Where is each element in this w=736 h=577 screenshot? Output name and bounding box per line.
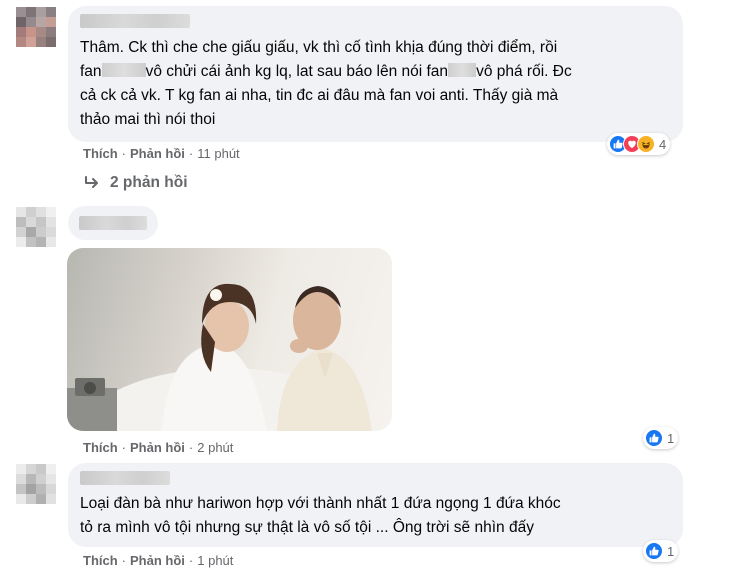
comment-photo[interactable] — [67, 248, 392, 431]
like-icon — [645, 429, 663, 447]
comment-actions: Thích · Phản hồi · 11 phút — [83, 146, 240, 161]
reaction-summary[interactable]: 1 — [643, 427, 679, 449]
redacted-word — [448, 63, 477, 77]
replies-label: 2 phản hồi — [110, 174, 188, 191]
comment-text: Loại đàn bà như hariwon hợp với thành nh… — [80, 495, 561, 536]
wedding-photo — [67, 283, 377, 431]
reply-arrow-icon — [85, 176, 98, 188]
comment-bubble: Loại đàn bà như hariwon hợp với thành nh… — [68, 463, 683, 547]
avatar[interactable] — [16, 207, 56, 247]
reaction-summary[interactable]: 1 — [643, 540, 679, 562]
redacted-word — [101, 63, 146, 77]
reply-button[interactable]: Phản hồi — [130, 440, 185, 455]
timestamp[interactable]: 11 phút — [197, 146, 239, 161]
like-icon — [645, 542, 663, 560]
comment-bubble: Thâm. Ck thì che che giấu giấu, vk thì c… — [68, 6, 683, 142]
comment-actions: Thích · Phản hồi · 2 phút — [83, 440, 234, 455]
reaction-summary[interactable]: 4 — [607, 133, 671, 155]
reply-button[interactable]: Phản hồi — [130, 553, 185, 568]
reply-button[interactable]: Phản hồi — [130, 146, 185, 161]
timestamp[interactable]: 2 phút — [197, 440, 233, 455]
author-bubble — [68, 206, 158, 240]
timestamp[interactable]: 1 phút — [197, 553, 233, 568]
view-replies-link[interactable]: 2 phản hồi — [84, 174, 188, 192]
avatar[interactable] — [16, 7, 56, 47]
like-button[interactable]: Thích — [83, 440, 118, 455]
reaction-count: 4 — [659, 136, 667, 152]
like-button[interactable]: Thích — [83, 553, 118, 568]
reaction-count: 1 — [667, 430, 675, 446]
author-name-redacted[interactable] — [80, 471, 170, 485]
comment-text: Thâm. Ck thì che che giấu giấu, vk thì c… — [80, 39, 572, 128]
avatar[interactable] — [16, 464, 56, 504]
author-name-redacted[interactable] — [80, 14, 190, 28]
author-name-redacted[interactable] — [79, 216, 147, 230]
like-button[interactable]: Thích — [83, 146, 118, 161]
comment-actions: Thích · Phản hồi · 1 phút — [83, 553, 234, 568]
reaction-count: 1 — [667, 543, 675, 559]
haha-icon — [637, 135, 655, 153]
